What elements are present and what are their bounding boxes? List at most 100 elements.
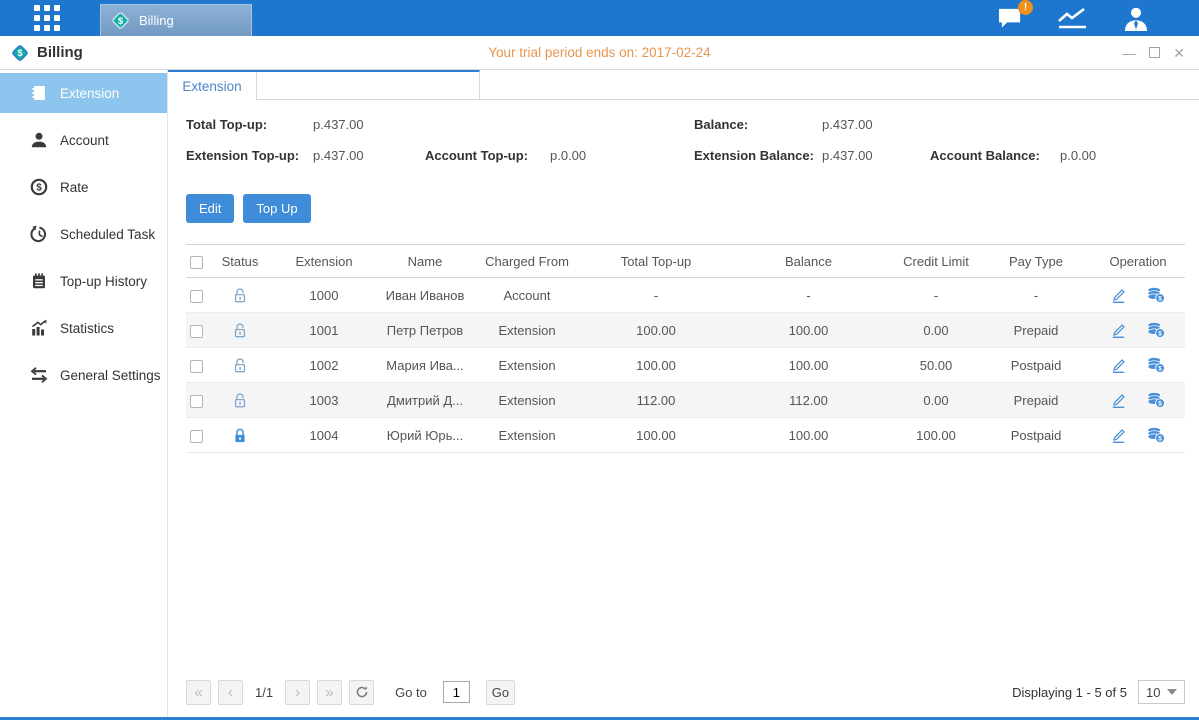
billing-app-window: $ Billing ! xyxy=(0,0,1199,720)
cell-total-topup: 100.00 xyxy=(586,348,726,383)
user-account-icon[interactable] xyxy=(1121,5,1151,32)
apps-grid-icon[interactable] xyxy=(34,5,60,31)
minimize-button[interactable]: — xyxy=(1122,46,1136,60)
trial-notice: Your trial period ends on: 2017-02-24 xyxy=(0,45,1199,60)
row-checkbox[interactable] xyxy=(190,395,203,408)
page-size-select[interactable]: 10 xyxy=(1138,680,1185,704)
edit-row-icon[interactable] xyxy=(1110,392,1127,409)
cell-extension: 1003 xyxy=(266,383,382,418)
window-title-bar: $ Billing Your trial period ends on: 201… xyxy=(0,36,1199,70)
row-checkbox[interactable] xyxy=(190,290,203,303)
close-button[interactable]: ✕ xyxy=(1173,46,1185,60)
sidebar-item-label: Rate xyxy=(60,180,89,195)
table-header-row: Status Extension Name Charged From Total… xyxy=(186,245,1185,278)
cell-pay-type: Prepaid xyxy=(981,313,1091,348)
refresh-icon xyxy=(355,685,369,699)
cell-total-topup: 100.00 xyxy=(586,313,726,348)
row-checkbox[interactable] xyxy=(190,360,203,373)
status-lock-icon[interactable] xyxy=(232,391,248,406)
sidebar-item-rate[interactable]: $ Rate xyxy=(0,167,167,207)
cell-extension: 1002 xyxy=(266,348,382,383)
previous-page-button[interactable]: ‹ xyxy=(218,680,243,705)
top-up-row-icon[interactable]: $ xyxy=(1146,426,1166,444)
table-row: 1000 Иван Иванов Account - - - - $ xyxy=(186,278,1185,313)
messages-icon[interactable]: ! xyxy=(996,6,1025,31)
sidebar-item-label: Top-up History xyxy=(60,274,147,289)
cell-extension: 1004 xyxy=(266,418,382,453)
cell-pay-type: Postpaid xyxy=(981,418,1091,453)
cell-extension: 1000 xyxy=(266,278,382,313)
sidebar-item-extension[interactable]: Extension xyxy=(0,73,167,113)
table-row: 1001 Петр Петров Extension 100.00 100.00… xyxy=(186,313,1185,348)
billing-app-tab[interactable]: $ Billing xyxy=(100,4,252,36)
goto-label: Go to xyxy=(395,685,427,700)
account-icon xyxy=(30,131,48,149)
refresh-button[interactable] xyxy=(349,680,374,705)
balance-value: p.437.00 xyxy=(822,117,873,132)
cell-charged-from: Extension xyxy=(468,418,586,453)
column-name: Name xyxy=(382,245,468,278)
svg-text:$: $ xyxy=(1159,365,1163,372)
notification-badge: ! xyxy=(1018,0,1033,15)
column-charged-from: Charged From xyxy=(468,245,586,278)
rate-icon: $ xyxy=(30,178,48,196)
edit-row-icon[interactable] xyxy=(1110,322,1127,339)
extensions-table: Status Extension Name Charged From Total… xyxy=(186,244,1185,453)
column-extension: Extension xyxy=(266,245,382,278)
top-up-row-icon[interactable]: $ xyxy=(1146,391,1166,409)
statistics-chart-icon[interactable] xyxy=(1055,5,1091,31)
column-credit-limit: Credit Limit xyxy=(891,245,981,278)
cell-balance: - xyxy=(726,278,891,313)
edit-button[interactable]: Edit xyxy=(186,194,234,223)
cell-name: Иван Иванов xyxy=(382,278,468,313)
svg-text:$: $ xyxy=(18,48,23,58)
column-pay-type: Pay Type xyxy=(981,245,1091,278)
last-page-button[interactable]: » xyxy=(317,680,342,705)
edit-row-icon[interactable] xyxy=(1110,287,1127,304)
column-total-topup: Total Top-up xyxy=(586,245,726,278)
chevron-down-icon xyxy=(1167,689,1177,695)
cell-pay-type: Prepaid xyxy=(981,383,1091,418)
window-title: $ Billing xyxy=(10,43,83,63)
extension-topup-value: p.437.00 xyxy=(313,148,364,163)
select-all-checkbox[interactable] xyxy=(190,256,203,269)
status-lock-icon[interactable] xyxy=(232,286,248,301)
extension-icon xyxy=(30,84,48,102)
sidebar-item-general-settings[interactable]: General Settings xyxy=(0,355,167,395)
top-up-row-icon[interactable]: $ xyxy=(1146,321,1166,339)
goto-page-input[interactable] xyxy=(443,681,470,703)
cell-charged-from: Extension xyxy=(468,348,586,383)
first-page-button[interactable]: « xyxy=(186,680,211,705)
go-button[interactable]: Go xyxy=(486,680,515,705)
maximize-button[interactable] xyxy=(1149,47,1160,58)
sidebar-item-account[interactable]: Account xyxy=(0,120,167,160)
cell-name: Юрий Юрь... xyxy=(382,418,468,453)
edit-row-icon[interactable] xyxy=(1110,427,1127,444)
sidebar-item-topup-history[interactable]: Top-up History xyxy=(0,261,167,301)
row-checkbox[interactable] xyxy=(190,325,203,338)
cell-charged-from: Account xyxy=(468,278,586,313)
status-lock-icon[interactable] xyxy=(232,321,248,336)
status-lock-icon[interactable] xyxy=(232,356,248,371)
sidebar-item-statistics[interactable]: Statistics xyxy=(0,308,167,348)
top-up-row-icon[interactable]: $ xyxy=(1146,356,1166,374)
svg-text:$: $ xyxy=(118,16,124,27)
top-up-row-icon[interactable]: $ xyxy=(1146,286,1166,304)
next-page-button[interactable]: › xyxy=(285,680,310,705)
sidebar-item-label: Statistics xyxy=(60,321,114,336)
cell-pay-type: - xyxy=(981,278,1091,313)
sidebar-item-label: Account xyxy=(60,133,109,148)
status-lock-icon[interactable] xyxy=(232,426,248,441)
balance-summary: Total Top-up: p.437.00 Balance: p.437.00… xyxy=(186,117,1185,180)
edit-row-icon[interactable] xyxy=(1110,357,1127,374)
column-operation: Operation xyxy=(1091,245,1185,278)
row-checkbox[interactable] xyxy=(190,430,203,443)
cell-credit-limit: 0.00 xyxy=(891,383,981,418)
svg-text:$: $ xyxy=(1159,435,1163,442)
sidebar-item-scheduled-task[interactable]: Scheduled Task xyxy=(0,214,167,254)
tab-extension[interactable]: Extension xyxy=(168,72,257,100)
column-balance: Balance xyxy=(726,245,891,278)
account-topup-value: p.0.00 xyxy=(550,148,586,163)
top-up-button[interactable]: Top Up xyxy=(243,194,310,223)
page-indicator: 1/1 xyxy=(255,685,273,700)
